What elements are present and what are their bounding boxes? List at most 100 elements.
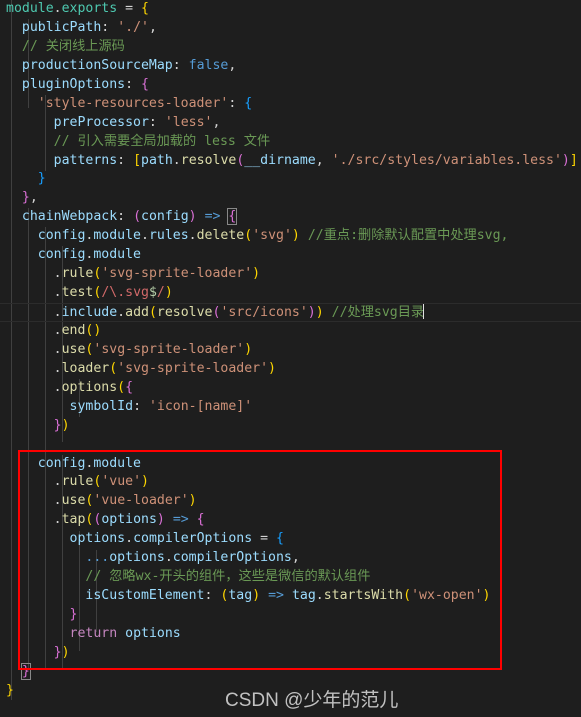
code-token: // 关闭线上源码 bbox=[21, 38, 125, 54]
code-token: . bbox=[117, 305, 126, 320]
code-token: use bbox=[61, 493, 86, 509]
code-line[interactable]: }, bbox=[0, 189, 581, 208]
code-line[interactable]: module.exports = { bbox=[0, 0, 581, 19]
code-token: : bbox=[117, 209, 126, 225]
code-line[interactable]: 'style-resources-loader': { bbox=[0, 95, 581, 114]
code-line[interactable]: pluginOptions: { bbox=[0, 76, 581, 95]
code-token: ) bbox=[252, 588, 261, 604]
code-token: //重点:删除默认配置中处理svg, bbox=[307, 228, 509, 244]
code-line[interactable]: chainWebpack: (config) => { bbox=[0, 208, 581, 227]
code-token: . bbox=[53, 285, 62, 301]
code-line[interactable]: // 忽略wx-开头的组件，这些是微信的默认组件 bbox=[0, 568, 581, 587]
code-line[interactable]: .loader('svg-sprite-loader') bbox=[0, 360, 581, 379]
code-line[interactable]: symbolId: 'icon-[name]' bbox=[0, 398, 581, 417]
code-token: => bbox=[268, 588, 284, 604]
code-line[interactable]: .rule('vue') bbox=[0, 473, 581, 492]
code-token: patterns bbox=[53, 152, 118, 168]
code-line[interactable]: .end() bbox=[0, 322, 581, 341]
code-token: . bbox=[164, 550, 173, 566]
code-token: ( bbox=[244, 228, 253, 244]
code-line[interactable]: // 引入需要全局加载的 less 文件 bbox=[0, 133, 581, 152]
code-line[interactable]: return options bbox=[0, 625, 581, 644]
code-line[interactable]: ...options.compilerOptions, bbox=[0, 549, 581, 568]
code-token: 'less' bbox=[164, 114, 213, 130]
code-line[interactable]: .options({ bbox=[0, 379, 581, 398]
code-token: ) bbox=[291, 228, 300, 244]
code-content[interactable]: module.exports = { publicPath: './', // … bbox=[0, 0, 581, 701]
code-token: } bbox=[37, 171, 46, 187]
csdn-watermark: CSDN @少年的范儿 bbox=[225, 690, 399, 711]
code-token: false bbox=[188, 57, 229, 73]
code-line[interactable]: config.module.rules.delete('svg') //重点:删… bbox=[0, 227, 581, 246]
code-line[interactable]: .rule('svg-sprite-loader') bbox=[0, 265, 581, 284]
code-line[interactable]: productionSourceMap: false, bbox=[0, 57, 581, 76]
code-token: { bbox=[227, 208, 238, 226]
code-token: __dirname bbox=[244, 152, 316, 168]
code-token: => bbox=[172, 512, 189, 528]
code-token: path bbox=[141, 152, 173, 168]
code-token: './src/styles/variables.less' bbox=[331, 152, 562, 168]
code-line[interactable]: .tap((options) => { bbox=[0, 511, 581, 530]
code-line[interactable]: }) bbox=[0, 644, 581, 663]
code-line[interactable]: .use('vue-loader') bbox=[0, 492, 581, 511]
code-token: ) bbox=[244, 341, 253, 357]
code-token: } bbox=[21, 190, 30, 206]
code-line[interactable]: preProcessor: 'less', bbox=[0, 114, 581, 133]
code-editor[interactable]: module.exports = { publicPath: './', // … bbox=[0, 0, 581, 717]
code-token: 'vue-loader' bbox=[93, 493, 189, 509]
code-line[interactable]: .include.add(resolve('src/icons')) //处理s… bbox=[0, 303, 581, 322]
code-line[interactable]: isCustomElement: (tag) => tag.startsWith… bbox=[0, 587, 581, 606]
code-line[interactable]: .use('svg-sprite-loader') bbox=[0, 341, 581, 360]
code-line[interactable]: publicPath: './', bbox=[0, 19, 581, 38]
code-token: ) bbox=[252, 266, 261, 282]
code-line[interactable]: .test(/\.svg$/) bbox=[0, 284, 581, 303]
code-line[interactable]: } bbox=[0, 606, 581, 625]
code-token: rule bbox=[61, 266, 94, 282]
code-line[interactable]: } bbox=[0, 170, 581, 189]
code-token: loader bbox=[61, 360, 110, 376]
code-token: . bbox=[53, 341, 62, 357]
code-line[interactable]: options.compilerOptions = { bbox=[0, 530, 581, 549]
code-token: => bbox=[204, 209, 221, 225]
code-line[interactable]: config.module bbox=[0, 455, 581, 474]
code-token: 'svg-sprite-loader' bbox=[101, 266, 253, 282]
code-line[interactable]: }) bbox=[0, 417, 581, 436]
code-token: module bbox=[93, 455, 141, 471]
code-line[interactable]: } bbox=[0, 662, 581, 682]
code-token: return bbox=[69, 625, 118, 641]
code-line[interactable]: patterns: [path.resolve(__dirname, './sr… bbox=[0, 152, 581, 171]
code-line[interactable]: // 关闭线上源码 bbox=[0, 38, 581, 57]
code-token: resolve bbox=[156, 305, 213, 320]
code-token: rules bbox=[148, 228, 189, 244]
code-line[interactable] bbox=[0, 436, 581, 455]
code-token: compilerOptions bbox=[133, 531, 253, 547]
code-token: ) bbox=[188, 493, 197, 509]
code-token: ) bbox=[307, 305, 316, 320]
code-token: . bbox=[53, 360, 62, 376]
code-token: options bbox=[101, 512, 157, 528]
code-token: rule bbox=[61, 474, 94, 490]
code-line[interactable]: config.module bbox=[0, 246, 581, 265]
code-token: : bbox=[133, 398, 142, 414]
code-token: . bbox=[172, 152, 181, 168]
